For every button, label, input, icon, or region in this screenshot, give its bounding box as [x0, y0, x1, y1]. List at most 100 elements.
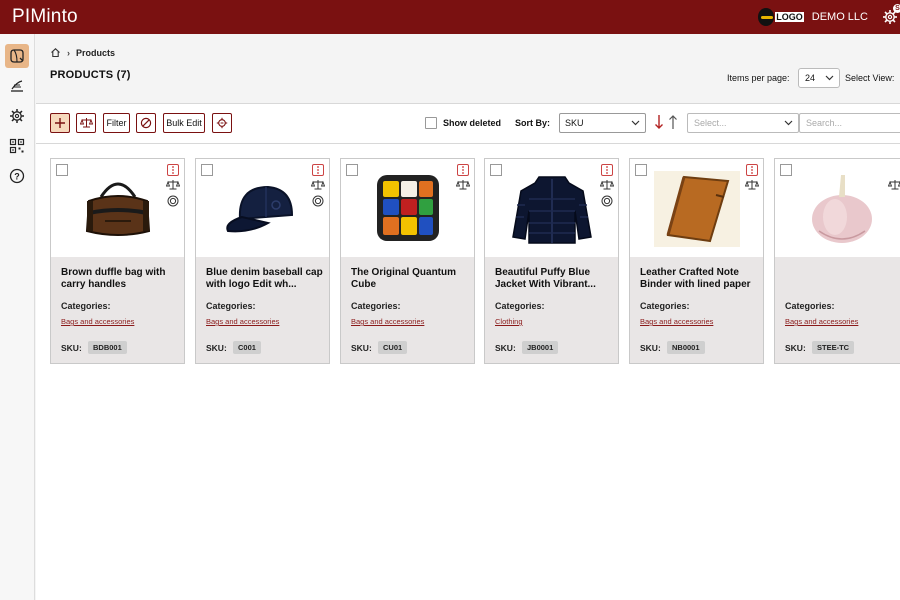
product-name[interactable]: Beautiful Puffy Blue Jacket With Vibrant… [495, 267, 613, 291]
items-per-page-label: Items per page: [727, 73, 790, 83]
product-info: Brown duffle bag with carry handles Cate… [51, 257, 184, 363]
product-card[interactable]: The Original Quantum Cube Categories: Ba… [340, 158, 475, 364]
sidebar: ? [0, 34, 35, 600]
add-product-button[interactable] [50, 113, 70, 133]
category-link[interactable]: Bags and accessories [61, 317, 134, 326]
compare-scale-icon[interactable] [456, 179, 470, 191]
product-image-area[interactable] [485, 159, 618, 257]
more-options-icon[interactable] [167, 164, 179, 176]
puzzle-cube-image [377, 175, 439, 241]
user-settings-gear-icon[interactable]: S [882, 4, 900, 25]
select-product-checkbox[interactable] [201, 164, 213, 176]
puffer-jacket-image [512, 176, 592, 244]
product-grid: Brown duffle bag with carry handles Cate… [50, 158, 900, 368]
product-name[interactable]: The Original Quantum Cube [351, 267, 469, 291]
chevron-down-icon [825, 75, 834, 81]
product-image-area[interactable] [51, 159, 184, 257]
attribute-filter-select[interactable]: Select... [687, 113, 799, 133]
company-name[interactable]: DEMO LLC [812, 11, 868, 23]
chevron-right-icon: › [67, 47, 70, 58]
sku-value: C001 [233, 341, 261, 354]
product-card[interactable]: Leather Crafted Note Binder with lined p… [629, 158, 764, 364]
chevron-down-icon [631, 120, 640, 126]
category-link[interactable]: Clothing [495, 317, 523, 326]
more-options-icon[interactable] [457, 164, 469, 176]
sort-by-select[interactable]: SKU [559, 113, 646, 133]
bug-gear-icon [216, 117, 228, 129]
sku-label: SKU: [640, 343, 661, 353]
badge-seal-icon[interactable] [601, 195, 613, 207]
badge-seal-icon[interactable] [167, 195, 179, 207]
show-deleted-toggle[interactable]: Show deleted [425, 117, 501, 129]
sidebar-item-settings[interactable] [5, 104, 29, 128]
select-view-label: Select View: [845, 73, 895, 83]
categories-label: Categories: [351, 301, 401, 311]
sidebar-item-help[interactable]: ? [5, 164, 29, 188]
product-image-area[interactable] [630, 159, 763, 257]
sku-value: NB0001 [667, 341, 705, 354]
compare-scale-icon[interactable] [600, 179, 614, 191]
compare-scale-icon[interactable] [166, 179, 180, 191]
product-image-area[interactable] [775, 159, 900, 257]
select-product-checkbox[interactable] [780, 164, 792, 176]
delete-button[interactable] [136, 113, 156, 133]
bug-settings-button[interactable] [212, 113, 232, 133]
compare-scale-icon[interactable] [745, 179, 759, 191]
bulk-edit-button[interactable]: Bulk Edit [163, 113, 205, 133]
help-icon: ? [9, 168, 25, 184]
categories-label: Categories: [785, 301, 835, 311]
compare-scale-icon[interactable] [888, 179, 900, 191]
select-product-checkbox[interactable] [490, 164, 502, 176]
product-card[interactable]: Beautiful Puffy Blue Jacket With Vibrant… [484, 158, 619, 364]
sort-ascending-icon[interactable] [668, 114, 678, 130]
more-options-icon[interactable] [746, 164, 758, 176]
product-name[interactable]: Leather Crafted Note Binder with lined p… [640, 267, 758, 291]
app-title[interactable]: PIMinto [12, 6, 78, 28]
top-bar: PIMinto LOGO DEMO LLC S [0, 0, 900, 34]
badge-seal-icon[interactable] [312, 195, 324, 207]
main-content: › Products PRODUCTS (7) Items per page: … [36, 34, 900, 600]
product-info: Beautiful Puffy Blue Jacket With Vibrant… [485, 257, 618, 363]
compare-scale-icon[interactable] [311, 179, 325, 191]
sku-value: BDB001 [88, 341, 127, 354]
product-image-area[interactable] [341, 159, 474, 257]
sidebar-item-import[interactable] [5, 74, 29, 98]
select-product-checkbox[interactable] [635, 164, 647, 176]
category-link[interactable]: Bags and accessories [351, 317, 424, 326]
product-image-area[interactable] [196, 159, 329, 257]
logo-text: LOGO [775, 12, 804, 22]
plus-icon [55, 118, 65, 128]
product-info: The Original Quantum Cube Categories: Ba… [341, 257, 474, 363]
select-product-checkbox[interactable] [346, 164, 358, 176]
items-per-page-select[interactable]: 24 [798, 68, 840, 88]
garlic-image [812, 175, 872, 243]
product-card[interactable]: Blue denim baseball cap with logo Edit w… [195, 158, 330, 364]
show-deleted-label: Show deleted [443, 118, 502, 128]
more-options-icon[interactable] [601, 164, 613, 176]
products-icon [10, 49, 24, 63]
sort-by-label: Sort By: [515, 118, 551, 128]
select-product-checkbox[interactable] [56, 164, 68, 176]
notification-badge: S [893, 4, 900, 13]
import-icon [11, 80, 23, 92]
category-link[interactable]: Bags and accessories [640, 317, 713, 326]
show-deleted-checkbox[interactable] [425, 117, 437, 129]
product-card[interactable]: Categories: Bags and accessories SKU: ST… [774, 158, 900, 364]
search-input[interactable] [799, 113, 900, 133]
sort-by-value: SKU [565, 118, 584, 128]
page-header: › Products PRODUCTS (7) Items per page: … [36, 34, 900, 104]
compare-button[interactable] [76, 113, 96, 133]
more-options-icon[interactable] [312, 164, 324, 176]
product-card[interactable]: Brown duffle bag with carry handles Cate… [50, 158, 185, 364]
product-name[interactable]: Blue denim baseball cap with logo Edit w… [206, 267, 324, 291]
sidebar-item-assets[interactable] [5, 134, 29, 158]
product-name[interactable]: Brown duffle bag with carry handles [61, 267, 179, 291]
category-link[interactable]: Bags and accessories [206, 317, 279, 326]
home-icon[interactable] [50, 47, 61, 58]
sort-descending-icon[interactable] [654, 114, 664, 130]
filter-button[interactable]: Filter [103, 113, 130, 133]
category-link[interactable]: Bags and accessories [785, 317, 858, 326]
sku-label: SKU: [61, 343, 82, 353]
sidebar-item-products[interactable] [5, 44, 29, 68]
top-bar-right: LOGO DEMO LLC S [757, 0, 900, 34]
